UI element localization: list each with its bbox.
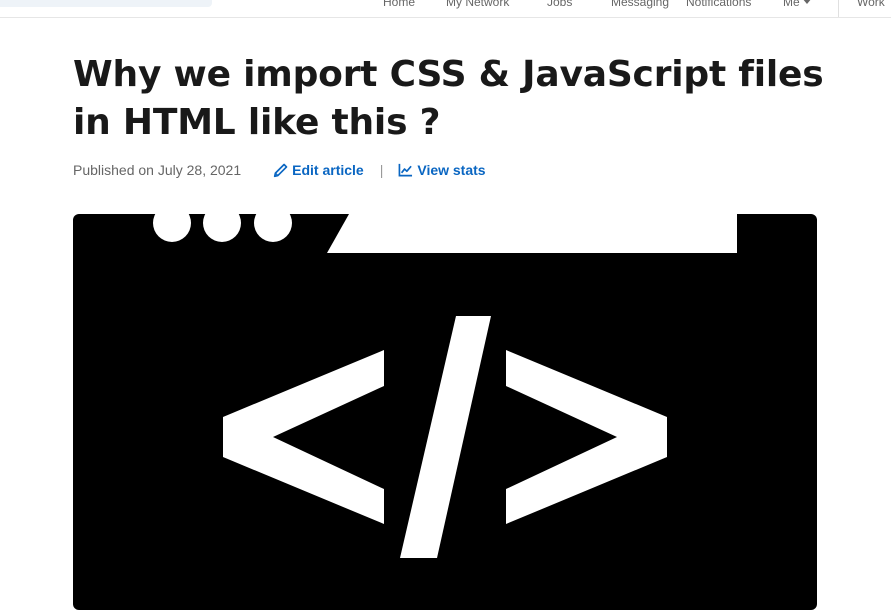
article-title: Why we import CSS & JavaScript files in … xyxy=(73,54,824,143)
nav-home[interactable]: Home xyxy=(383,0,415,9)
nav-messaging[interactable]: Messaging xyxy=(611,0,669,9)
nav-work[interactable]: Work xyxy=(857,0,885,9)
article-meta: Published on July 28, 2021 Edit article … xyxy=(73,161,486,179)
nav-me[interactable]: Me xyxy=(783,0,812,9)
code-brackets-icon xyxy=(153,214,737,558)
nav-jobs[interactable]: Jobs xyxy=(547,0,572,9)
edit-article-label: Edit article xyxy=(292,162,364,178)
view-stats-label: View stats xyxy=(417,162,486,178)
nav-notifications[interactable]: Notifications xyxy=(686,0,751,9)
nav-me-label: Me xyxy=(783,0,800,9)
meta-separator: | xyxy=(379,162,384,178)
global-nav: Home My Network Jobs Messaging Notificat… xyxy=(0,0,891,18)
nav-divider xyxy=(838,0,839,17)
view-stats-link[interactable]: View stats xyxy=(398,162,486,178)
search-bar[interactable] xyxy=(0,0,212,7)
article-cover-image xyxy=(73,214,817,610)
line-chart-icon xyxy=(398,163,413,177)
nav-my-network[interactable]: My Network xyxy=(446,0,509,9)
edit-article-link[interactable]: Edit article xyxy=(273,162,364,178)
published-date: Published on July 28, 2021 xyxy=(73,162,242,178)
chevron-down-icon xyxy=(801,0,812,4)
pencil-icon xyxy=(273,163,288,177)
